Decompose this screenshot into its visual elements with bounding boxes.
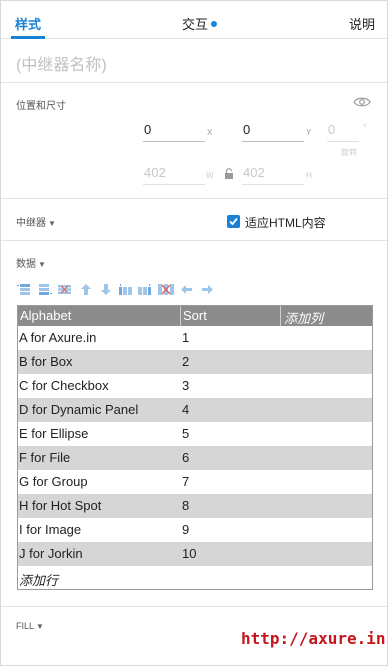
lock-icon[interactable] (224, 168, 234, 179)
x-input[interactable]: 0 (143, 122, 205, 142)
fill-section-toggle[interactable]: FILL ▼ (16, 621, 44, 631)
caret-down-icon: ▼ (48, 219, 56, 228)
tab-bar: 样式 交互 说明 (1, 1, 387, 39)
move-column-right-icon[interactable] (202, 284, 213, 295)
cell-sort[interactable]: 3 (182, 378, 189, 393)
column-separator (180, 306, 181, 326)
divider (1, 240, 387, 241)
repeater-name-input[interactable]: (中继器名称) (16, 51, 107, 75)
cell-sort[interactable]: 8 (182, 498, 189, 513)
cell-alphabet[interactable]: F for File (19, 450, 70, 465)
fit-html-label[interactable]: 适应HTML内容 (245, 214, 326, 231)
table-header: Alphabet Sort 添加列 (18, 306, 372, 326)
y-input[interactable]: 0 (242, 122, 304, 142)
table-row[interactable]: C for Checkbox 3 (18, 374, 372, 398)
table-row[interactable]: G for Group 7 (18, 470, 372, 494)
cell-alphabet[interactable]: G for Group (19, 474, 88, 489)
cell-sort[interactable]: 1 (182, 330, 189, 345)
delete-column-icon[interactable] (158, 284, 174, 295)
eye-icon[interactable] (353, 96, 371, 108)
cell-alphabet[interactable]: A for Axure.in (19, 330, 96, 345)
cell-sort[interactable]: 7 (182, 474, 189, 489)
table-row[interactable]: D for Dynamic Panel 4 (18, 398, 372, 422)
column-header-alphabet[interactable]: Alphabet (20, 308, 71, 323)
height-input[interactable]: 402 (242, 165, 304, 185)
watermark: http://axure.in (241, 629, 386, 648)
tab-notes[interactable]: 说明 (349, 14, 375, 33)
data-section-toggle[interactable]: 数据 ▼ (16, 255, 46, 270)
tab-interactions-label: 交互 (182, 17, 209, 32)
table-row[interactable]: H for Hot Spot 8 (18, 494, 372, 518)
cell-sort[interactable]: 6 (182, 450, 189, 465)
divider (1, 198, 387, 199)
width-input[interactable]: 402 (143, 165, 205, 185)
data-section-label: 数据 (16, 259, 36, 270)
position-size-label: 位置和尺寸 (16, 101, 66, 112)
cell-alphabet[interactable]: B for Box (19, 354, 72, 369)
caret-down-icon: ▼ (38, 260, 46, 269)
table-row[interactable]: J for Jorkin 10 (18, 542, 372, 566)
table-row[interactable]: I for Image 9 (18, 518, 372, 542)
tab-style[interactable]: 样式 (15, 14, 41, 33)
insert-column-right-icon[interactable] (138, 284, 151, 295)
y-unit-label: Y (306, 128, 312, 137)
column-separator (280, 306, 281, 326)
repeater-section-label: 中继器 (16, 218, 46, 229)
table-row[interactable]: A for Axure.in 1 (18, 326, 372, 350)
rotation-label: 旋转 (341, 148, 357, 157)
cell-sort[interactable]: 2 (182, 354, 189, 369)
tab-interactions[interactable]: 交互 (182, 14, 218, 33)
insert-column-left-icon[interactable] (119, 284, 132, 295)
h-unit-label: H (306, 171, 312, 180)
style-panel: 样式 交互 说明 (中继器名称) 位置和尺寸 0 X 0 Y 0 ° 旋转 40… (0, 0, 388, 666)
fit-html-checkbox[interactable] (227, 215, 240, 228)
data-table: Alphabet Sort 添加列 A for Axure.in 1 B for… (17, 305, 373, 590)
x-unit-label: X (207, 128, 213, 137)
cell-alphabet[interactable]: C for Checkbox (19, 378, 109, 393)
cell-sort[interactable]: 9 (182, 522, 189, 537)
cell-sort[interactable]: 4 (182, 402, 189, 417)
name-row: (中继器名称) (1, 39, 387, 83)
rotation-unit-label: ° (363, 123, 367, 134)
table-row[interactable]: F for File 6 (18, 446, 372, 470)
interactions-indicator-dot (211, 21, 218, 27)
add-column-button[interactable]: 添加列 (284, 308, 323, 327)
cell-alphabet[interactable]: H for Hot Spot (19, 498, 101, 513)
rotation-input[interactable]: 0 (327, 122, 359, 142)
table-row[interactable]: B for Box 2 (18, 350, 372, 374)
cell-alphabet[interactable]: E for Ellipse (19, 426, 88, 441)
table-row[interactable]: E for Ellipse 5 (18, 422, 372, 446)
cell-alphabet[interactable]: J for Jorkin (19, 546, 83, 561)
column-header-sort[interactable]: Sort (183, 308, 207, 323)
add-row-button[interactable]: 添加行 (19, 570, 58, 589)
delete-row-icon[interactable] (58, 284, 71, 295)
insert-row-below-icon[interactable] (39, 284, 52, 295)
checkmark-icon (229, 217, 238, 226)
w-unit-label: W (206, 171, 214, 180)
caret-down-icon: ▼ (36, 622, 44, 631)
move-column-left-icon[interactable] (181, 284, 192, 295)
move-row-down-icon[interactable] (101, 284, 111, 295)
repeater-section-toggle[interactable]: 中继器 ▼ (16, 214, 56, 229)
cell-sort[interactable]: 10 (182, 546, 196, 561)
fill-section-label: FILL (16, 621, 35, 631)
insert-row-above-icon[interactable] (17, 284, 30, 295)
cell-alphabet[interactable]: I for Image (19, 522, 81, 537)
divider (1, 606, 387, 607)
move-row-up-icon[interactable] (81, 284, 91, 295)
cell-sort[interactable]: 5 (182, 426, 189, 441)
cell-alphabet[interactable]: D for Dynamic Panel (19, 402, 138, 417)
